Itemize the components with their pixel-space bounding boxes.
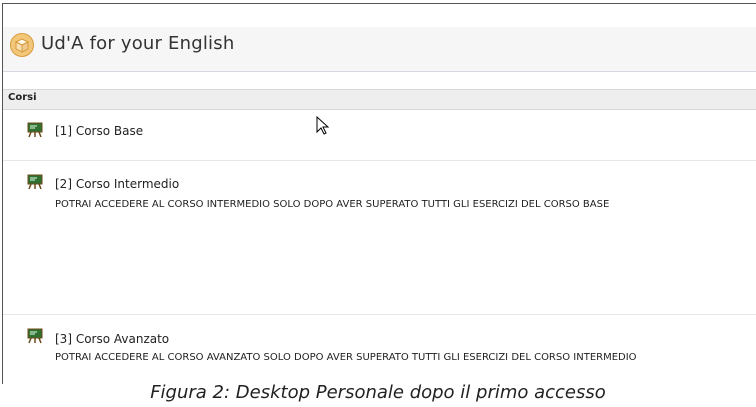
section-label: Corsi xyxy=(8,92,37,103)
course-title-link[interactable]: [3] Corso Avanzato xyxy=(55,332,169,346)
course-board-icon xyxy=(27,174,43,190)
course-board-icon xyxy=(27,328,43,344)
course-board-icon xyxy=(27,122,43,138)
box-icon xyxy=(10,33,34,57)
section-header: Corsi xyxy=(3,89,756,110)
course-title-link[interactable]: [2] Corso Intermedio xyxy=(55,177,179,191)
course-item[interactable] xyxy=(3,314,756,380)
page-title: Ud'A for your English xyxy=(41,33,235,54)
mouse-pointer-icon xyxy=(316,116,330,135)
course-title-link[interactable]: [1] Corso Base xyxy=(55,124,143,138)
figure-caption: Figura 2: Desktop Personale dopo il prim… xyxy=(150,382,606,403)
course-note: POTRAI ACCEDERE AL CORSO AVANZATO SOLO D… xyxy=(55,352,637,363)
course-note: POTRAI ACCEDERE AL CORSO INTERMEDIO SOLO… xyxy=(55,199,610,210)
